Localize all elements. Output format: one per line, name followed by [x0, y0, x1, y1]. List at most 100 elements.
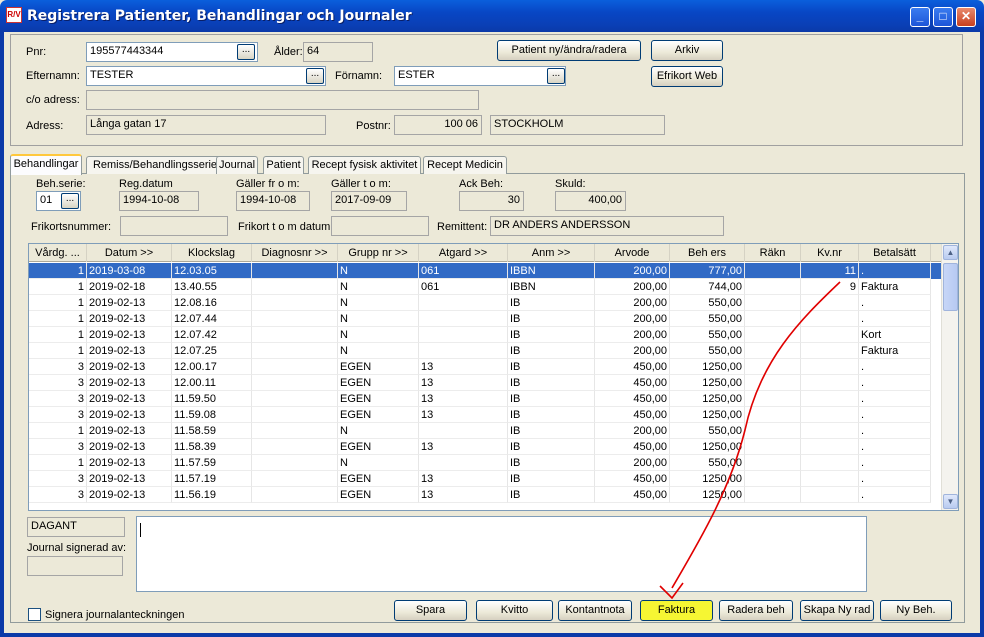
- spara-button[interactable]: Spara: [394, 600, 467, 621]
- journal-textarea[interactable]: [136, 516, 867, 592]
- table-cell: [801, 311, 859, 327]
- tab-patient[interactable]: Patient: [263, 156, 304, 174]
- table-cell: 2019-02-13: [87, 375, 172, 391]
- table-cell: IB: [508, 407, 595, 423]
- table-cell: 450,00: [595, 407, 670, 423]
- minimize-icon[interactable]: _: [910, 7, 930, 27]
- table-cell: N: [338, 311, 419, 327]
- table-cell: 550,00: [670, 311, 745, 327]
- table-row[interactable]: 3 2019-02-13 12.00.11 EGEN 13 IB 450,00 1250,00…: [29, 375, 941, 391]
- grid-column-header[interactable]: Datum >>: [87, 244, 172, 262]
- table-cell: Kort: [859, 327, 931, 343]
- grid-column-header[interactable]: Arvode: [595, 244, 670, 262]
- efternamn-field[interactable]: TESTER: [86, 66, 326, 86]
- arkiv-button[interactable]: Arkiv: [651, 40, 723, 61]
- table-cell: N: [338, 327, 419, 343]
- table-row[interactable]: 3 2019-02-13 11.59.08 EGEN 13 IB 450,00 1250,00…: [29, 407, 941, 423]
- grid-scrollbar[interactable]: ▲ ▼: [941, 244, 958, 510]
- table-row[interactable]: 3 2019-02-13 11.56.19 EGEN 13 IB 450,00 1250,00…: [29, 487, 941, 503]
- grid-column-header[interactable]: Grupp nr >>: [338, 244, 419, 262]
- kontantnota-button[interactable]: Kontantnota: [558, 600, 632, 621]
- table-cell: 450,00: [595, 487, 670, 503]
- table-row[interactable]: 1 2019-02-18 13.40.55 N 061 IBBN 200,00 744,00 9…: [29, 279, 941, 295]
- grid-column-header[interactable]: Atgard >>: [419, 244, 508, 262]
- tab-recept-medicin[interactable]: Recept Medicin: [423, 156, 507, 174]
- faktura-button[interactable]: Faktura: [640, 600, 713, 621]
- table-row[interactable]: 1 2019-02-13 12.07.25 N IB 200,00 550,00 Faktur…: [29, 343, 941, 359]
- fornamn-lookup-button[interactable]: ...: [547, 68, 565, 84]
- table-cell: 9: [801, 279, 859, 295]
- table-cell: IBBN: [508, 279, 595, 295]
- table-cell: 450,00: [595, 439, 670, 455]
- table-cell: 11.59.08: [172, 407, 252, 423]
- grid-column-header[interactable]: Klockslag: [172, 244, 252, 262]
- treatment-grid[interactable]: Vårdg. ... Datum >> Klockslag Diagnosnr >> G…: [28, 243, 959, 511]
- maximize-icon[interactable]: □: [933, 7, 953, 27]
- table-cell: 1250,00: [670, 439, 745, 455]
- table-cell: IB: [508, 295, 595, 311]
- tab-recept-fysisk[interactable]: Recept fysisk aktivitet: [308, 156, 421, 174]
- fornamn-field[interactable]: ESTER: [394, 66, 566, 86]
- table-row[interactable]: 1 2019-02-13 11.58.59 N IB 200,00 550,00.: [29, 423, 941, 439]
- efrikort-web-button[interactable]: Efrikort Web: [651, 66, 723, 87]
- table-cell: 2019-03-08: [87, 263, 172, 279]
- pnr-lookup-button[interactable]: ...: [237, 44, 255, 60]
- grid-column-header[interactable]: Beh ers: [670, 244, 745, 262]
- signera-checkbox[interactable]: [28, 608, 41, 621]
- table-cell: [419, 455, 508, 471]
- table-row[interactable]: 3 2019-02-13 12.00.17 EGEN 13 IB 450,00 1250,00…: [29, 359, 941, 375]
- efternamn-lookup-button[interactable]: ...: [306, 68, 324, 84]
- grid-column-header[interactable]: Räkn: [745, 244, 801, 262]
- table-cell: IB: [508, 487, 595, 503]
- table-cell: 450,00: [595, 375, 670, 391]
- table-cell: [745, 487, 801, 503]
- table-cell: IB: [508, 343, 595, 359]
- table-row[interactable]: 1 2019-02-13 11.57.59 N IB 200,00 550,00.: [29, 455, 941, 471]
- co-label: c/o adress:: [26, 94, 80, 106]
- kvitto-button[interactable]: Kvitto: [476, 600, 553, 621]
- table-cell: 1250,00: [670, 359, 745, 375]
- patient-new-edit-button[interactable]: Patient ny/ändra/radera: [497, 40, 641, 61]
- regdatum-label: Reg.datum: [119, 178, 173, 190]
- scroll-up-icon[interactable]: ▲: [943, 245, 958, 260]
- close-icon[interactable]: ✕: [956, 7, 976, 27]
- table-cell: .: [859, 263, 931, 279]
- table-cell: [252, 439, 338, 455]
- table-row[interactable]: 3 2019-02-13 11.58.39 EGEN 13 IB 450,00 1250,00…: [29, 439, 941, 455]
- radera-beh-button[interactable]: Radera beh: [719, 600, 793, 621]
- table-cell: Faktura: [859, 279, 931, 295]
- table-row[interactable]: 1 2019-02-13 12.08.16 N IB 200,00 550,00.: [29, 295, 941, 311]
- table-cell: 1250,00: [670, 487, 745, 503]
- grid-column-header[interactable]: Anm >>: [508, 244, 595, 262]
- table-row[interactable]: 3 2019-02-13 11.57.19 EGEN 13 IB 450,00 1250,00…: [29, 471, 941, 487]
- table-cell: N: [338, 279, 419, 295]
- scroll-thumb[interactable]: [943, 263, 958, 311]
- tab-remiss[interactable]: Remiss/Behandlingsserie: [86, 156, 224, 174]
- table-cell: EGEN: [338, 471, 419, 487]
- table-cell: [745, 471, 801, 487]
- tab-journal[interactable]: Journal: [216, 156, 258, 174]
- grid-column-header[interactable]: Diagnosnr >>: [252, 244, 338, 262]
- table-cell: 3: [29, 439, 87, 455]
- table-cell: 744,00: [670, 279, 745, 295]
- behserie-lookup-button[interactable]: ...: [61, 193, 79, 209]
- ny-beh-button[interactable]: Ny Beh.: [880, 600, 952, 621]
- grid-column-header[interactable]: Vårdg. ...: [29, 244, 87, 262]
- table-row[interactable]: 1 2019-03-08 12.03.05 N 061 IBBN 200,00 777,00 1…: [29, 263, 941, 279]
- grid-column-header[interactable]: Kv.nr: [801, 244, 859, 262]
- pnr-field[interactable]: 195577443344: [86, 42, 258, 62]
- table-cell: .: [859, 359, 931, 375]
- skapa-ny-rad-button[interactable]: Skapa Ny rad: [800, 600, 874, 621]
- remittent-label: Remittent:: [437, 221, 488, 233]
- table-row[interactable]: 1 2019-02-13 12.07.42 N IB 200,00 550,00 Kort: [29, 327, 941, 343]
- scroll-down-icon[interactable]: ▼: [943, 494, 958, 509]
- table-row[interactable]: 3 2019-02-13 11.59.50 EGEN 13 IB 450,00 1250,00…: [29, 391, 941, 407]
- tab-behandlingar[interactable]: Behandlingar: [10, 154, 82, 175]
- table-cell: [801, 359, 859, 375]
- table-cell: 11.58.59: [172, 423, 252, 439]
- table-cell: IBBN: [508, 263, 595, 279]
- grid-column-header[interactable]: Betalsätt: [859, 244, 931, 262]
- table-cell: 11.58.39: [172, 439, 252, 455]
- table-cell: [745, 423, 801, 439]
- table-row[interactable]: 1 2019-02-13 12.07.44 N IB 200,00 550,00.: [29, 311, 941, 327]
